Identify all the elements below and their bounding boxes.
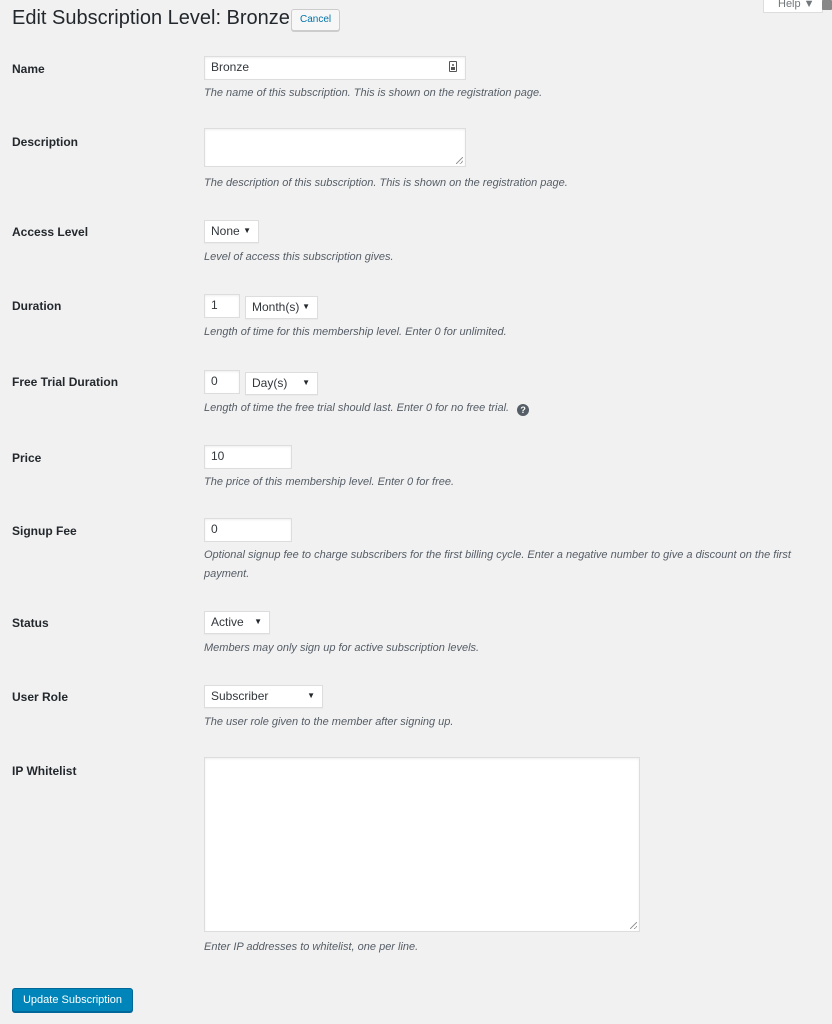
name-input-value: Bronze	[211, 60, 250, 74]
duration-input[interactable]: 1	[204, 294, 240, 318]
chevron-down-icon: ▼	[302, 302, 310, 311]
user-role-select[interactable]: Subscriber ▼	[204, 685, 323, 708]
free-trial-label: Free Trial Duration	[12, 375, 119, 389]
access-level-selected: None	[211, 224, 240, 238]
duration-unit-select[interactable]: Month(s) ▼	[245, 296, 318, 319]
price-description: The price of this membership level. Ente…	[204, 476, 455, 488]
free-trial-description-text: Length of time the free trial should las…	[204, 402, 510, 414]
status-description: Members may only sign up for active subs…	[204, 642, 480, 654]
price-input[interactable]: 10	[204, 445, 292, 469]
status-selected: Active	[211, 615, 244, 629]
avatar[interactable]	[822, 0, 832, 10]
duration-unit-selected: Month(s)	[252, 300, 300, 314]
signup-fee-input[interactable]: 0	[204, 518, 292, 542]
page-title: Edit Subscription Level: Bronze	[12, 7, 290, 29]
description-label: Description	[12, 135, 79, 149]
ip-whitelist-label: IP Whitelist	[12, 764, 77, 778]
status-select[interactable]: Active ▼	[204, 611, 270, 634]
resize-handle-icon[interactable]	[630, 922, 637, 929]
name-label: Name	[12, 62, 45, 76]
access-level-select[interactable]: None ▼	[204, 220, 259, 243]
free-trial-unit-select[interactable]: Day(s) ▼	[245, 372, 318, 395]
user-role-label: User Role	[12, 690, 69, 704]
chevron-down-icon: ▼	[307, 691, 315, 700]
free-trial-unit-selected: Day(s)	[252, 376, 288, 390]
chevron-down-icon: ▼	[254, 617, 262, 626]
free-trial-description: Length of time the free trial should las…	[204, 399, 824, 418]
chevron-down-icon: ▼	[302, 378, 310, 387]
description-textarea[interactable]	[204, 128, 466, 167]
access-level-description: Level of access this subscription gives.	[204, 251, 394, 263]
contact-card-icon[interactable]	[449, 61, 457, 72]
signup-fee-description: Optional signup fee to charge subscriber…	[204, 549, 791, 580]
price-label: Price	[12, 451, 42, 465]
name-description: The name of this subscription. This is s…	[204, 87, 543, 99]
cancel-button[interactable]: Cancel	[291, 9, 341, 31]
ip-whitelist-description: Enter IP addresses to whitelist, one per…	[204, 941, 419, 953]
resize-handle-icon[interactable]	[456, 157, 463, 164]
signup-fee-label: Signup Fee	[12, 524, 77, 538]
help-tab[interactable]: Help ▼	[763, 0, 823, 13]
user-role-selected: Subscriber	[211, 689, 269, 703]
name-input[interactable]: Bronze	[204, 56, 466, 80]
duration-label: Duration	[12, 299, 62, 313]
chevron-down-icon: ▼	[243, 226, 251, 235]
user-role-description: The user role given to the member after …	[204, 716, 454, 728]
status-label: Status	[12, 616, 49, 630]
free-trial-input[interactable]: 0	[204, 370, 240, 394]
ip-whitelist-textarea[interactable]	[204, 757, 640, 932]
description-help: The description of this subscription. Th…	[204, 177, 568, 189]
duration-description: Length of time for this membership level…	[204, 326, 507, 338]
access-level-label: Access Level	[12, 225, 89, 239]
question-circle-icon[interactable]: ?	[517, 404, 530, 416]
update-subscription-button[interactable]: Update Subscription	[12, 988, 133, 1012]
